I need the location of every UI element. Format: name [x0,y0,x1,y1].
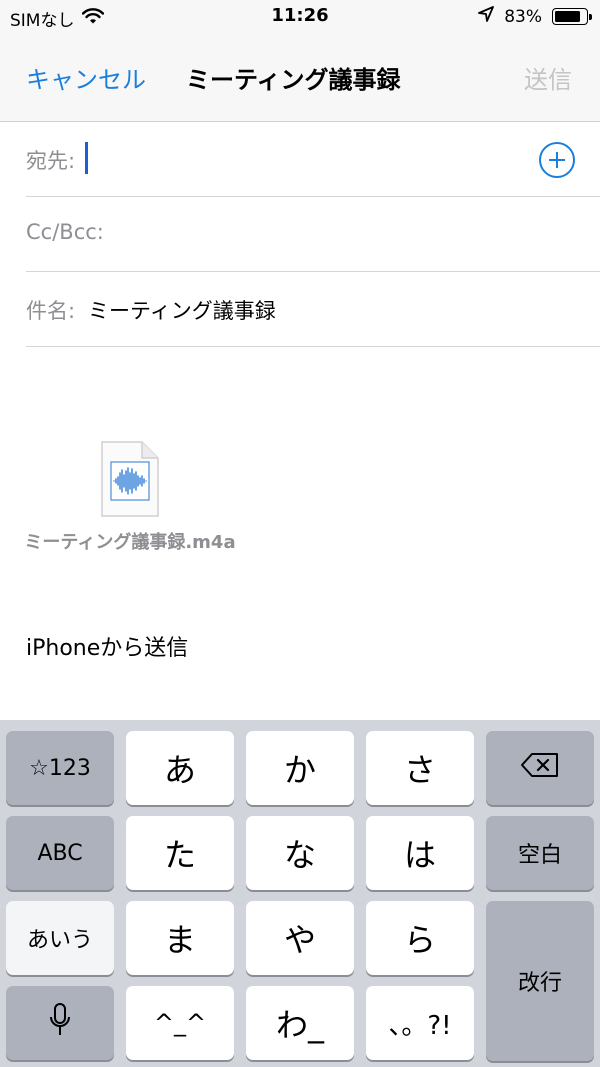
key-a[interactable]: あ [126,731,234,805]
key-na[interactable]: な [246,816,354,890]
to-row[interactable]: 宛先: [26,122,600,197]
return-key[interactable]: 改行 [486,901,594,1061]
dictation-key[interactable] [6,986,114,1060]
compose-title: ミーティング議事録 [186,66,401,94]
cc-bcc-label: Cc/Bcc: [26,220,104,244]
battery-fill [555,11,580,22]
cc-bcc-row[interactable]: Cc/Bcc: [26,197,600,272]
key-emoticon[interactable]: ^_^ [126,986,234,1060]
attachment-file-name: ミーティング議事録.m4a [24,532,236,553]
key-sa[interactable]: さ [366,731,474,805]
key-punctuation[interactable]: 、。?! [366,986,474,1060]
add-contact-button[interactable] [539,142,575,178]
key-ya[interactable]: や [246,901,354,975]
location-arrow-icon [478,6,495,27]
text-cursor [85,142,88,174]
subject-label: 件名: [26,299,76,323]
delete-icon [520,752,560,784]
to-label: 宛先: [26,149,76,173]
status-bar: SIMなし 11:26 83% [0,0,600,36]
key-ma[interactable]: ま [126,901,234,975]
key-symbols[interactable]: ☆123 [6,731,114,805]
key-aiu[interactable]: あいう [6,901,114,975]
key-ta[interactable]: た [126,816,234,890]
delete-key[interactable] [486,731,594,805]
microphone-icon [49,1003,71,1043]
key-ka[interactable]: か [246,731,354,805]
cancel-button[interactable]: キャンセル [26,60,146,95]
key-ha[interactable]: は [366,816,474,890]
battery-percent: 83% [504,6,542,27]
audio-file-icon [100,440,160,518]
battery-icon [552,8,592,25]
compose-nav-bar: キャンセル ミーティング議事録 送信 [0,36,600,122]
message-body[interactable]: iPhoneから送信 [26,630,188,662]
key-ra[interactable]: ら [366,901,474,975]
subject-field[interactable]: ミーティング議事録 [88,295,276,325]
space-key[interactable]: 空白 [486,816,594,890]
send-button[interactable]: 送信 [524,60,572,95]
key-abc[interactable]: ABC [6,816,114,890]
key-wa[interactable]: わ_ [246,986,354,1060]
subject-row[interactable]: 件名: ミーティング議事録 [26,272,600,347]
japanese-kana-keyboard: ☆123 あ か さ ABC た な は 空白 あいう ま や ら 改行 ^_^… [0,720,600,1067]
